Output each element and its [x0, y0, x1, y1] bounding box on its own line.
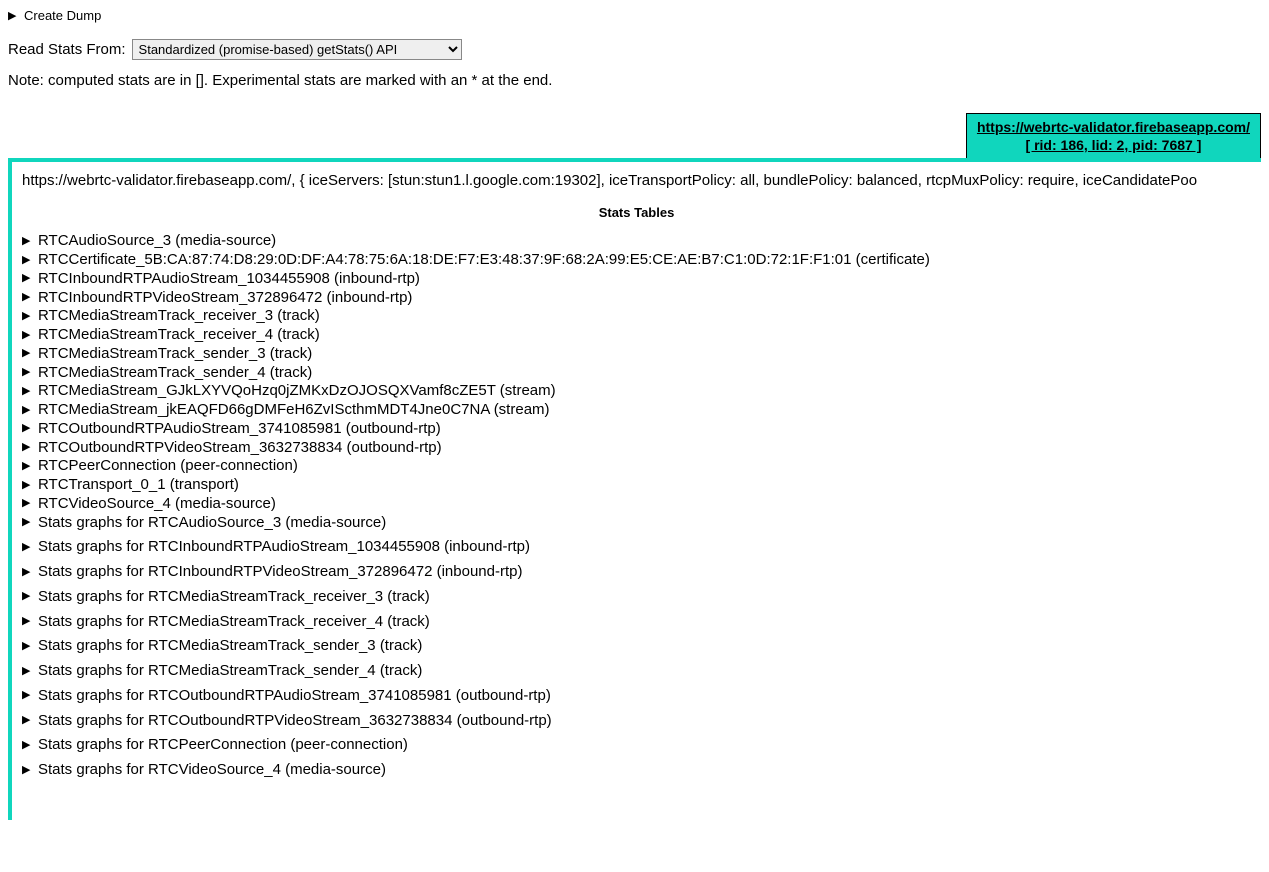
disclosure-triangle-icon: ▶: [8, 9, 20, 22]
stats-item[interactable]: ▶ Stats graphs for RTCMediaStreamTrack_re…: [22, 588, 1251, 607]
disclosure-triangle-icon: ▶: [22, 689, 34, 703]
disclosure-triangle-icon: ▶: [22, 291, 34, 305]
stats-item[interactable]: ▶ Stats graphs for RTCVideoSource_4 (medi…: [22, 761, 1251, 780]
stats-item-label: RTCMediaStream_GJkLXYVQoHzq0jZMKxDzOJOSQ…: [38, 382, 556, 401]
stats-item-label: RTCMediaStreamTrack_sender_4 (track): [38, 364, 312, 383]
stats-item[interactable]: ▶ RTCMediaStreamTrack_receiver_3 (track): [22, 307, 1251, 326]
stats-item[interactable]: ▶ RTCMediaStream_GJkLXYVQoHzq0jZMKxDzOJOS…: [22, 382, 1251, 401]
disclosure-triangle-icon: ▶: [22, 665, 34, 679]
disclosure-triangle-icon: ▶: [22, 615, 34, 629]
stats-item-label: RTCMediaStream_jkEAQFD66gDMFeH6ZvIScthmM…: [38, 401, 550, 420]
stats-item-label: Stats graphs for RTCOutboundRTPVideoStre…: [38, 712, 552, 731]
stats-panel: https://webrtc-validator.firebaseapp.com…: [8, 158, 1261, 820]
stats-item-label: RTCInboundRTPAudioStream_1034455908 (inb…: [38, 270, 420, 289]
stats-note: Note: computed stats are in []. Experime…: [8, 72, 1261, 89]
stats-item-label: RTCVideoSource_4 (media-source): [38, 495, 276, 514]
stats-item[interactable]: ▶ RTCMediaStreamTrack_sender_4 (track): [22, 364, 1251, 383]
stats-item[interactable]: ▶ RTCInboundRTPAudioStream_1034455908 (in…: [22, 270, 1251, 289]
disclosure-triangle-icon: ▶: [22, 366, 34, 380]
disclosure-triangle-icon: ▶: [22, 714, 34, 728]
stats-item[interactable]: ▶ Stats graphs for RTCInboundRTPAudioStre…: [22, 538, 1251, 557]
stats-item[interactable]: ▶ RTCMediaStreamTrack_sender_3 (track): [22, 345, 1251, 364]
disclosure-triangle-icon: ▶: [22, 272, 34, 286]
disclosure-triangle-icon: ▶: [22, 385, 34, 399]
disclosure-triangle-icon: ▶: [22, 347, 34, 361]
stats-api-select[interactable]: Standardized (promise-based) getStats() …: [132, 39, 462, 60]
stats-list: ▶ RTCAudioSource_3 (media-source) ▶ RTCCert…: [22, 232, 1251, 780]
stats-item-label: RTCCertificate_5B:CA:87:74:D8:29:0D:DF:A…: [38, 251, 930, 270]
stats-item[interactable]: ▶ Stats graphs for RTCMediaStreamTrack_re…: [22, 613, 1251, 632]
stats-item[interactable]: ▶ RTCOutboundRTPVideoStream_3632738834 (o…: [22, 439, 1251, 458]
connection-tab[interactable]: https://webrtc-validator.firebaseapp.com…: [966, 113, 1261, 158]
stats-item-label: RTCMediaStreamTrack_sender_3 (track): [38, 345, 312, 364]
disclosure-triangle-icon: ▶: [22, 739, 34, 753]
peer-connection-config: https://webrtc-validator.firebaseapp.com…: [22, 172, 1251, 189]
disclosure-triangle-icon: ▶: [22, 541, 34, 555]
stats-item-label: Stats graphs for RTCVideoSource_4 (media…: [38, 761, 386, 780]
stats-item[interactable]: ▶ Stats graphs for RTCMediaStreamTrack_se…: [22, 637, 1251, 656]
stats-item-label: RTCOutboundRTPAudioStream_3741085981 (ou…: [38, 420, 441, 439]
disclosure-triangle-icon: ▶: [22, 497, 34, 511]
stats-item-label: RTCOutboundRTPVideoStream_3632738834 (ou…: [38, 439, 442, 458]
stats-item-label: Stats graphs for RTCMediaStreamTrack_rec…: [38, 613, 430, 632]
disclosure-triangle-icon: ▶: [22, 254, 34, 268]
stats-item[interactable]: ▶ RTCVideoSource_4 (media-source): [22, 495, 1251, 514]
stats-item[interactable]: ▶ Stats graphs for RTCOutboundRTPAudioStr…: [22, 687, 1251, 706]
read-stats-label: Read Stats From:: [8, 41, 126, 58]
tab-ids: [ rid: 186, lid: 2, pid: 7687 ]: [977, 136, 1250, 154]
stats-item-label: RTCTransport_0_1 (transport): [38, 476, 239, 495]
disclosure-triangle-icon: ▶: [22, 460, 34, 474]
stats-item[interactable]: ▶ RTCMediaStream_jkEAQFD66gDMFeH6ZvIScthm…: [22, 401, 1251, 420]
stats-item-label: RTCAudioSource_3 (media-source): [38, 232, 276, 251]
stats-item[interactable]: ▶ Stats graphs for RTCAudioSource_3 (medi…: [22, 514, 1251, 533]
tab-bar: https://webrtc-validator.firebaseapp.com…: [8, 113, 1261, 158]
stats-item-label: Stats graphs for RTCOutboundRTPAudioStre…: [38, 687, 551, 706]
stats-item[interactable]: ▶ Stats graphs for RTCInboundRTPVideoStre…: [22, 563, 1251, 582]
stats-item[interactable]: ▶ RTCCertificate_5B:CA:87:74:D8:29:0D:DF:…: [22, 251, 1251, 270]
stats-item[interactable]: ▶ Stats graphs for RTCPeerConnection (pee…: [22, 736, 1251, 755]
stats-item-label: RTCMediaStreamTrack_receiver_3 (track): [38, 307, 320, 326]
stats-item[interactable]: ▶ Stats graphs for RTCMediaStreamTrack_se…: [22, 662, 1251, 681]
stats-item[interactable]: ▶ RTCOutboundRTPAudioStream_3741085981 (o…: [22, 420, 1251, 439]
stats-item-label: Stats graphs for RTCInboundRTPVideoStrea…: [38, 563, 522, 582]
stats-item-label: Stats graphs for RTCPeerConnection (peer…: [38, 736, 408, 755]
stats-item-label: Stats graphs for RTCMediaStreamTrack_rec…: [38, 588, 430, 607]
disclosure-triangle-icon: ▶: [22, 590, 34, 604]
disclosure-triangle-icon: ▶: [22, 764, 34, 778]
disclosure-triangle-icon: ▶: [22, 441, 34, 455]
stats-item-label: Stats graphs for RTCInboundRTPAudioStrea…: [38, 538, 530, 557]
stats-item-label: Stats graphs for RTCMediaStreamTrack_sen…: [38, 637, 422, 656]
stats-item-label: RTCMediaStreamTrack_receiver_4 (track): [38, 326, 320, 345]
disclosure-triangle-icon: ▶: [22, 310, 34, 324]
disclosure-triangle-icon: ▶: [22, 404, 34, 418]
stats-item[interactable]: ▶ RTCAudioSource_3 (media-source): [22, 232, 1251, 251]
stats-item[interactable]: ▶ RTCTransport_0_1 (transport): [22, 476, 1251, 495]
tab-url: https://webrtc-validator.firebaseapp.com…: [977, 119, 1250, 135]
create-dump-label: Create Dump: [24, 8, 101, 23]
disclosure-triangle-icon: ▶: [22, 329, 34, 343]
stats-item-label: RTCInboundRTPVideoStream_372896472 (inbo…: [38, 289, 412, 308]
disclosure-triangle-icon: ▶: [22, 479, 34, 493]
disclosure-triangle-icon: ▶: [22, 640, 34, 654]
create-dump-toggle[interactable]: ▶ Create Dump: [8, 8, 1261, 23]
stats-source-row: Read Stats From: Standardized (promise-b…: [8, 39, 1261, 60]
stats-item-label: RTCPeerConnection (peer-connection): [38, 457, 298, 476]
stats-item[interactable]: ▶ RTCPeerConnection (peer-connection): [22, 457, 1251, 476]
disclosure-triangle-icon: ▶: [22, 566, 34, 580]
stats-tables-heading: Stats Tables: [22, 205, 1251, 220]
stats-item[interactable]: ▶ RTCMediaStreamTrack_receiver_4 (track): [22, 326, 1251, 345]
disclosure-triangle-icon: ▶: [22, 422, 34, 436]
disclosure-triangle-icon: ▶: [22, 235, 34, 249]
disclosure-triangle-icon: ▶: [22, 516, 34, 530]
stats-item-label: Stats graphs for RTCMediaStreamTrack_sen…: [38, 662, 422, 681]
stats-item[interactable]: ▶ RTCInboundRTPVideoStream_372896472 (inb…: [22, 289, 1251, 308]
stats-item-label: Stats graphs for RTCAudioSource_3 (media…: [38, 514, 386, 533]
stats-item[interactable]: ▶ Stats graphs for RTCOutboundRTPVideoStr…: [22, 712, 1251, 731]
